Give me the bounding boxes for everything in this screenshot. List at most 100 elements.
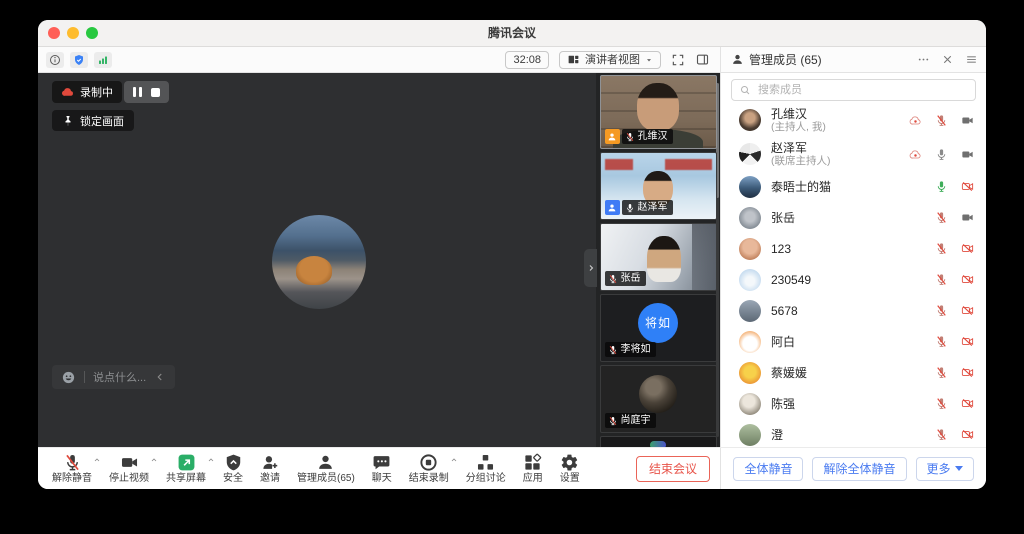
member-row-张岳[interactable]: 张岳 bbox=[721, 202, 986, 233]
member-info: 123 bbox=[771, 242, 791, 256]
name-pill: 张岳 bbox=[605, 271, 646, 286]
lock-view-badge[interactable]: 锁定画面 bbox=[52, 110, 134, 131]
cam-on-icon[interactable] bbox=[961, 211, 974, 224]
mic-badge-muted-icon bbox=[608, 274, 618, 284]
chevron-up-icon[interactable] bbox=[150, 456, 158, 464]
close-icon[interactable] bbox=[941, 53, 954, 66]
member-row-陈强[interactable]: 陈强 bbox=[721, 388, 986, 419]
cam-off-icon[interactable] bbox=[961, 180, 974, 193]
mic-muted-dark-icon bbox=[63, 453, 82, 472]
toolbar-share-screen[interactable]: 共享屏幕 bbox=[166, 453, 206, 484]
toolbar-shield-dark[interactable]: 安全 bbox=[223, 453, 243, 484]
participant-name: 赵泽军 bbox=[638, 202, 668, 214]
stop-recording-button[interactable] bbox=[151, 88, 160, 97]
member-row-赵泽军[interactable]: 赵泽军(联席主持人) bbox=[721, 137, 986, 171]
mic-muted-icon[interactable] bbox=[935, 335, 948, 348]
cam-on-icon[interactable] bbox=[961, 114, 974, 127]
member-row-5678[interactable]: 5678 bbox=[721, 295, 986, 326]
camera-dark-icon bbox=[120, 453, 139, 472]
member-search-input[interactable] bbox=[756, 83, 968, 97]
toolbar-apps[interactable]: 应用 bbox=[523, 453, 543, 484]
member-info: 5678 bbox=[771, 304, 798, 318]
member-row-蔡媛媛[interactable]: 蔡媛媛 bbox=[721, 357, 986, 388]
mic-on-icon[interactable] bbox=[935, 148, 948, 161]
member-status-icons bbox=[935, 211, 974, 224]
mic-muted-icon[interactable] bbox=[935, 242, 948, 255]
mic-muted-icon[interactable] bbox=[935, 397, 948, 410]
mute-all-button[interactable]: 全体静音 bbox=[733, 457, 803, 481]
unmute-all-button[interactable]: 解除全体静音 bbox=[812, 457, 906, 481]
sidebar-layout-icon[interactable] bbox=[695, 52, 710, 67]
info-button[interactable] bbox=[46, 52, 64, 68]
fullscreen-icon[interactable] bbox=[671, 53, 685, 67]
toolbar-breakout[interactable]: 分组讨论 bbox=[466, 453, 506, 484]
member-row-泰晤士的猫[interactable]: 泰晤士的猫 bbox=[721, 171, 986, 202]
strip-collapse-handle[interactable] bbox=[584, 249, 597, 287]
toolbar-person-plus[interactable]: 邀请 bbox=[260, 453, 280, 484]
video-thumbnail-李将如[interactable]: 将如李将如 bbox=[600, 294, 717, 362]
avatar bbox=[739, 362, 761, 384]
cam-off-icon[interactable] bbox=[961, 242, 974, 255]
chevron-up-icon[interactable] bbox=[207, 456, 215, 464]
member-name: 蔡媛媛 bbox=[771, 366, 807, 380]
top-toolbar-main: 32:08 演讲者视图 bbox=[38, 47, 720, 72]
toolbar-chat-bubble[interactable]: 聊天 bbox=[372, 453, 392, 484]
cam-off-icon[interactable] bbox=[961, 428, 974, 441]
more-button[interactable]: 更多 bbox=[916, 457, 974, 481]
toolbar-camera-dark[interactable]: 停止视频 bbox=[109, 453, 149, 484]
recording-label: 录制中 bbox=[80, 84, 113, 100]
end-meeting-button[interactable]: 结束会议 bbox=[636, 456, 710, 482]
member-row-123[interactable]: 123 bbox=[721, 233, 986, 264]
mic-muted-icon[interactable] bbox=[935, 273, 948, 286]
toolbar-stop-record[interactable]: 结束录制 bbox=[409, 453, 449, 484]
chevron-left-icon[interactable] bbox=[154, 371, 166, 383]
cam-off-icon[interactable] bbox=[961, 366, 974, 379]
mic-muted-icon[interactable] bbox=[935, 211, 948, 224]
member-status-icons bbox=[935, 397, 974, 410]
toolbar-gear[interactable]: 设置 bbox=[560, 453, 580, 484]
member-role: (联席主持人) bbox=[771, 155, 831, 167]
chevron-up-icon[interactable] bbox=[450, 456, 458, 464]
toolbar-label: 管理成员(65) bbox=[297, 473, 355, 484]
video-thumbnail[interactable] bbox=[600, 436, 717, 447]
mic-muted-icon[interactable] bbox=[935, 366, 948, 379]
toolbar-label: 分组讨论 bbox=[466, 473, 506, 484]
cam-off-icon[interactable] bbox=[961, 273, 974, 286]
more-dots-icon[interactable] bbox=[917, 53, 930, 66]
video-thumbnail-赵泽军[interactable]: 赵泽军 bbox=[600, 152, 717, 220]
member-icon bbox=[731, 53, 744, 66]
speaker-avatar bbox=[272, 215, 366, 309]
member-row-230549[interactable]: 230549 bbox=[721, 264, 986, 295]
gear-icon bbox=[560, 453, 579, 472]
toolbar-mic-muted-dark[interactable]: 解除静音 bbox=[52, 453, 92, 484]
cam-off-icon[interactable] bbox=[961, 304, 974, 317]
toolbar-person[interactable]: 管理成员(65) bbox=[297, 453, 355, 484]
mic-muted-icon[interactable] bbox=[935, 304, 948, 317]
mic-active-icon[interactable] bbox=[935, 180, 948, 193]
member-status-icons bbox=[935, 180, 974, 193]
member-info: 陈强 bbox=[771, 397, 795, 411]
hamburger-icon[interactable] bbox=[965, 53, 978, 66]
thumbnail-avatar: 将如 bbox=[638, 303, 678, 343]
mic-muted-icon[interactable] bbox=[935, 428, 948, 441]
cam-off-icon[interactable] bbox=[961, 335, 974, 348]
chat-quick-input[interactable]: 说点什么... bbox=[52, 365, 175, 389]
member-row-澄[interactable]: 澄 bbox=[721, 419, 986, 447]
member-row-孔维汉[interactable]: 孔维汉(主持人, 我) bbox=[721, 103, 986, 137]
view-mode-dropdown[interactable]: 演讲者视图 bbox=[559, 51, 661, 69]
top-right-group: 32:08 演讲者视图 bbox=[505, 51, 710, 69]
member-row-阿白[interactable]: 阿白 bbox=[721, 326, 986, 357]
chat-placeholder[interactable]: 说点什么... bbox=[93, 369, 146, 385]
shield-blue-button[interactable] bbox=[70, 52, 88, 68]
signal-button[interactable] bbox=[94, 52, 112, 68]
chevron-up-icon[interactable] bbox=[93, 456, 101, 464]
content: 录制中 锁定画面 说点什么... bbox=[38, 73, 986, 447]
mic-muted-icon[interactable] bbox=[935, 114, 948, 127]
video-thumbnail-孔维汉[interactable]: 孔维汉 bbox=[600, 75, 717, 149]
cam-on-icon[interactable] bbox=[961, 148, 974, 161]
pause-recording-button[interactable] bbox=[133, 87, 142, 97]
video-thumbnail-尚庭宇[interactable]: 尚庭宇 bbox=[600, 365, 717, 433]
video-thumbnail-张岳[interactable]: 张岳 bbox=[600, 223, 717, 291]
emoji-icon[interactable] bbox=[61, 370, 76, 385]
cam-off-icon[interactable] bbox=[961, 397, 974, 410]
